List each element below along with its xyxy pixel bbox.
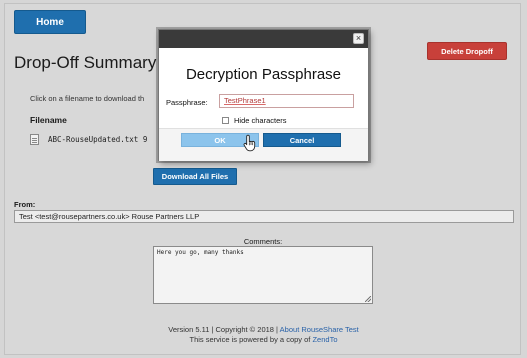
delete-dropoff-button[interactable]: Delete Dropoff <box>427 42 507 60</box>
footer-version-line: Version 5.11 | Copyright © 2018 | About … <box>0 325 527 334</box>
hide-characters-label: Hide characters <box>234 116 287 125</box>
cancel-button[interactable]: Cancel <box>263 133 341 147</box>
resize-grip-icon[interactable] <box>365 296 371 302</box>
file-name-link[interactable]: ABC-RouseUpdated.txt 9 <box>48 135 147 144</box>
close-icon[interactable]: × <box>353 33 364 44</box>
comments-text: Here you go, many thanks <box>157 249 244 256</box>
from-label: From: <box>14 200 36 209</box>
comments-textarea[interactable]: Here you go, many thanks <box>153 246 373 304</box>
hand-cursor-icon <box>243 134 256 152</box>
download-all-files-button[interactable]: Download All Files <box>153 168 237 185</box>
home-button[interactable]: Home <box>14 10 86 34</box>
about-link[interactable]: About RouseShare Test <box>280 325 359 334</box>
hide-characters-option[interactable]: Hide characters <box>222 116 287 125</box>
footer-powered-line: This service is powered by a copy of Zen… <box>0 335 527 344</box>
zendto-link[interactable]: ZendTo <box>312 335 337 344</box>
dialog-titlebar: × <box>159 30 368 48</box>
page-background: Home Delete Dropoff Drop-Off Summary Cli… <box>0 0 527 358</box>
footer-powered-text: This service is powered by a copy of <box>189 335 311 344</box>
file-row[interactable]: ABC-RouseUpdated.txt 9 <box>30 133 147 145</box>
footer-version-text: Version 5.11 | Copyright © 2018 | <box>168 325 278 334</box>
passphrase-input[interactable]: TestPhrase1 <box>219 94 354 108</box>
page-title: Drop-Off Summary <box>14 53 157 72</box>
decryption-passphrase-dialog: × Decryption Passphrase Passphrase: Test… <box>158 29 369 161</box>
download-instruction: Click on a filename to download th <box>30 94 145 103</box>
filename-column-header: Filename <box>30 115 67 125</box>
comments-label: Comments: <box>243 237 283 246</box>
dialog-title: Decryption Passphrase <box>185 66 342 83</box>
hide-characters-checkbox[interactable] <box>222 117 229 124</box>
from-field: Test <test@rousepartners.co.uk> Rouse Pa… <box>14 210 514 223</box>
file-icon <box>30 133 39 145</box>
passphrase-label: Passphrase: <box>166 98 208 107</box>
